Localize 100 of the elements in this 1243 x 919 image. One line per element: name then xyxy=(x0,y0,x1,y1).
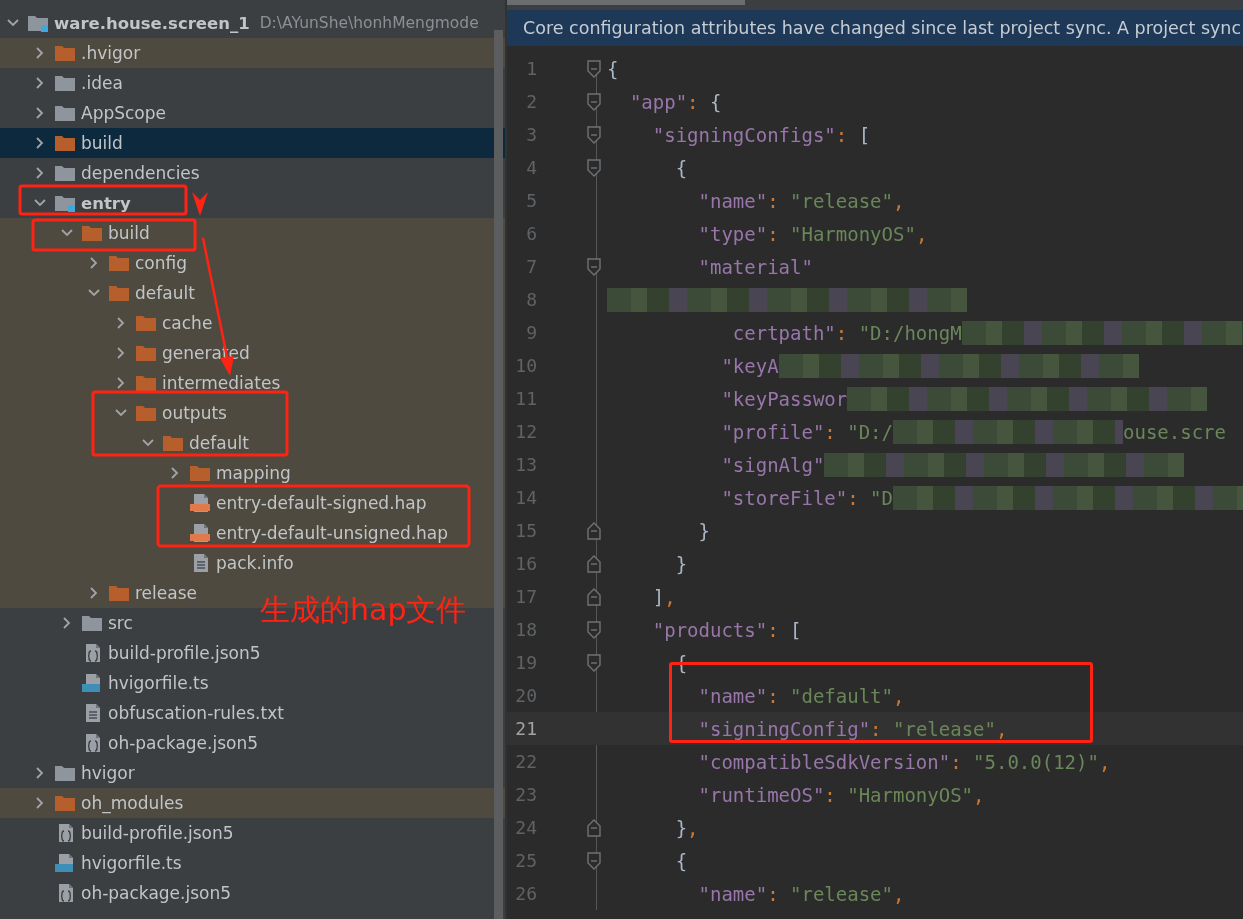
code-token: , xyxy=(995,717,1008,740)
line-number: 6 xyxy=(525,223,537,244)
fold-icon[interactable] xyxy=(587,851,601,870)
line-number: 11 xyxy=(514,388,537,409)
item-label: ware.house.screen_1 xyxy=(54,13,250,33)
code-token: : xyxy=(824,783,837,806)
code-token: { xyxy=(674,849,688,872)
module-folder-icon xyxy=(54,193,76,213)
line-number: 3 xyxy=(525,124,537,145)
code-token: : xyxy=(950,750,963,773)
code-token: "keyPasswor xyxy=(720,387,848,410)
folder-icon xyxy=(135,373,157,393)
tree-item[interactable]: obfuscation-rules.txt xyxy=(0,698,284,728)
item-label: entry-default-signed.hap xyxy=(216,493,427,513)
folder-icon xyxy=(108,283,130,303)
code-token: "signingConfigs" xyxy=(651,123,836,146)
code-token: "D:/hongM xyxy=(858,321,962,344)
folder-icon xyxy=(54,103,76,123)
tree-item[interactable]: build-profile.json5 xyxy=(0,818,234,848)
item-label: .idea xyxy=(81,73,123,93)
item-label: entry-default-unsigned.hap xyxy=(216,523,449,543)
item-label: pack.info xyxy=(216,553,294,573)
fold-icon[interactable] xyxy=(587,257,601,276)
folder-icon xyxy=(54,133,76,153)
code-token: : xyxy=(835,123,849,146)
code-token: "products" xyxy=(651,618,768,641)
code-token: { xyxy=(607,57,619,80)
project-path: D:\AYunShe\honhMengmode xyxy=(259,14,479,32)
folder-icon xyxy=(81,613,103,633)
folder-icon xyxy=(135,343,157,363)
folder-icon xyxy=(162,433,184,453)
script-file-icon xyxy=(81,673,103,693)
fold-icon[interactable] xyxy=(587,620,601,639)
line-number: 5 xyxy=(525,190,537,211)
folder-icon xyxy=(108,253,130,273)
code-token: , xyxy=(1098,750,1111,773)
tree-item[interactable]: build-profile.json5 xyxy=(0,638,261,668)
code-token: "signAlg" xyxy=(720,453,825,476)
item-label: build-profile.json5 xyxy=(108,643,261,663)
line-number: 14 xyxy=(514,487,537,508)
folder-icon xyxy=(54,73,76,93)
code-token: "keyA xyxy=(720,354,779,377)
item-label: obfuscation-rules.txt xyxy=(108,703,284,723)
code-token: , xyxy=(893,684,905,707)
folder-icon xyxy=(54,763,76,783)
code-token: : xyxy=(847,486,860,509)
code-token: "compatibleSdkVersion" xyxy=(697,750,951,773)
line-number: 22 xyxy=(514,751,537,772)
code-token: ] xyxy=(651,585,665,608)
tree-item[interactable]: hvigorfile.ts xyxy=(0,668,209,698)
item-label: hvigorfile.ts xyxy=(81,853,182,873)
fold-icon[interactable] xyxy=(587,59,601,78)
tree-item[interactable]: entry xyxy=(0,188,131,218)
code-token: "release" xyxy=(893,717,996,740)
tree-item[interactable]: src xyxy=(0,608,133,638)
item-label: outputs xyxy=(162,403,227,423)
code-token: "D:/ xyxy=(847,420,893,443)
code-token: } xyxy=(674,816,688,839)
code-token: "type" xyxy=(697,222,768,245)
fold-icon[interactable] xyxy=(587,158,601,177)
unfold-end-icon[interactable] xyxy=(587,818,601,837)
unfold-end-icon[interactable] xyxy=(587,521,601,540)
fold-icon[interactable] xyxy=(587,92,601,111)
tree-item[interactable]: AppScope xyxy=(0,98,166,128)
item-label: entry xyxy=(81,193,131,213)
tree-item[interactable]: oh-package.json5 xyxy=(0,878,232,908)
tree-item[interactable]: hvigor xyxy=(0,758,135,788)
code-token: , xyxy=(973,783,985,806)
code-token: "storeFile" xyxy=(720,486,848,509)
item-label: build xyxy=(81,133,123,153)
tree-item[interactable]: oh-package.json5 xyxy=(0,728,259,758)
line-number: 25 xyxy=(514,850,537,871)
code-token: : xyxy=(824,420,837,443)
fold-icon[interactable] xyxy=(587,125,601,144)
code-token: , xyxy=(893,882,905,905)
tree-item[interactable]: ware.house.screen_1 D:\AYunShe\honhMengmode xyxy=(0,8,479,38)
unfold-end-icon[interactable] xyxy=(587,587,601,606)
unfold-end-icon[interactable] xyxy=(587,554,601,573)
code-token: "5.0.0(12)" xyxy=(973,750,1099,773)
line-number: 15 xyxy=(514,520,537,541)
code-token: "D xyxy=(870,486,893,509)
code-token: "HarmonyOS" xyxy=(790,222,916,245)
item-label: default xyxy=(189,433,249,453)
line-number: 23 xyxy=(514,784,537,805)
tree-item[interactable]: .idea xyxy=(0,68,123,98)
scrollbar[interactable] xyxy=(494,30,503,919)
line-number: 18 xyxy=(514,619,537,640)
code-token: "name" xyxy=(697,189,768,212)
tree-item[interactable]: hvigorfile.ts xyxy=(0,848,182,878)
item-label: src xyxy=(108,613,133,633)
fold-icon[interactable] xyxy=(587,653,601,672)
tree-item[interactable]: dependencies xyxy=(0,158,200,188)
line-number: 21 xyxy=(514,718,537,739)
line-number: 12 xyxy=(514,421,537,442)
code-token: : xyxy=(835,321,849,344)
code-token: , xyxy=(687,816,699,839)
item-label: hvigorfile.ts xyxy=(108,673,209,693)
item-label: oh-package.json5 xyxy=(81,883,232,903)
code-token: , xyxy=(915,222,928,245)
code-token: : xyxy=(767,882,780,905)
